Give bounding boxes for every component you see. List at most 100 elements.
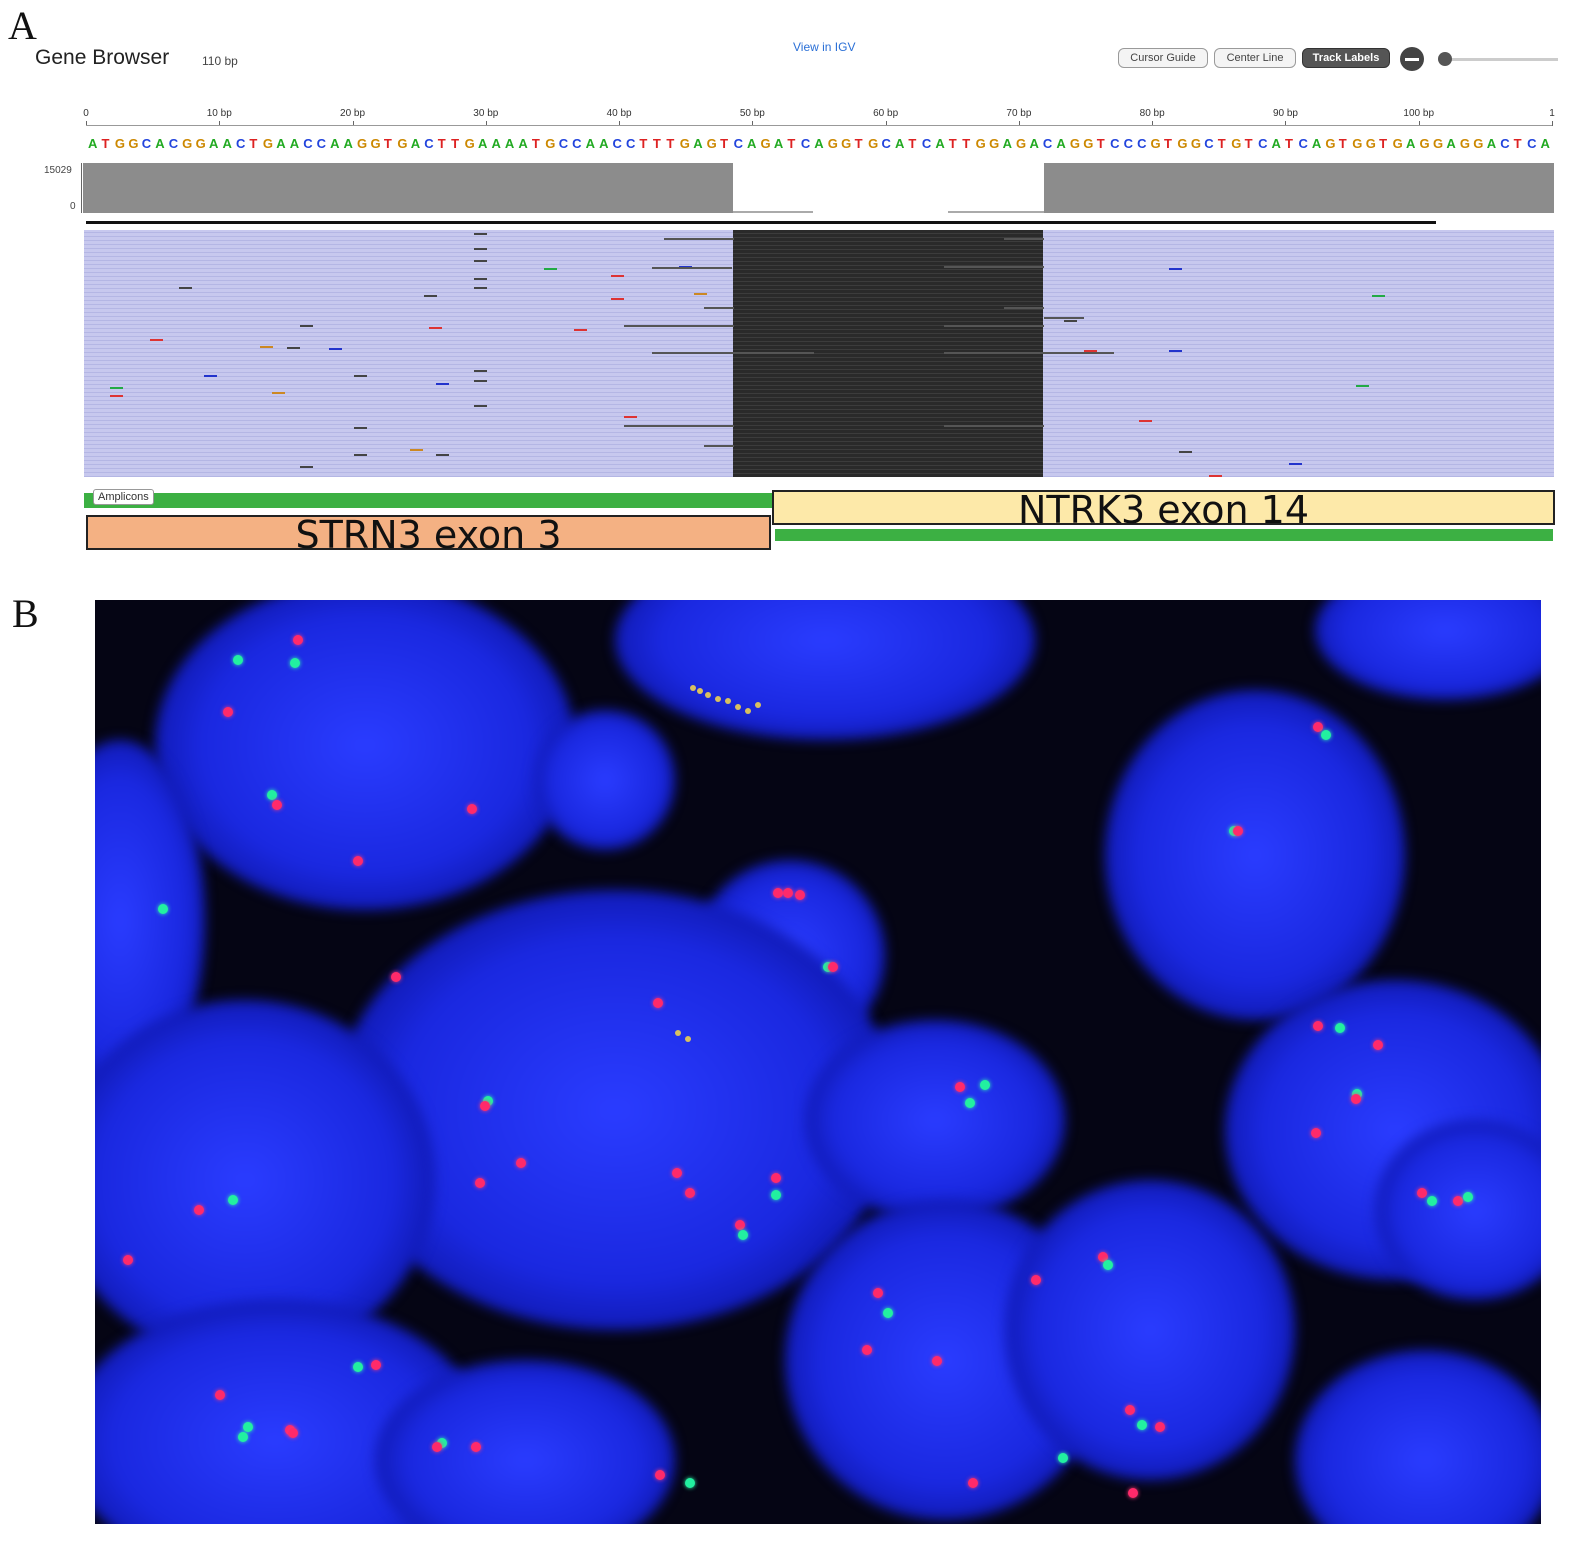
base: G <box>356 136 368 151</box>
soft-clip-line <box>664 238 734 240</box>
base: A <box>1540 136 1550 151</box>
mismatch-mark <box>424 295 437 297</box>
base: A <box>1056 136 1066 151</box>
mismatch-mark <box>1209 475 1222 477</box>
base: G <box>182 136 193 151</box>
ruler-label: 100 bp <box>1403 108 1435 119</box>
view-in-igv-link[interactable]: View in IGV <box>793 40 855 54</box>
green-signal-dot <box>771 1190 781 1200</box>
base: T <box>720 136 729 151</box>
base: C <box>558 136 569 151</box>
base: A <box>814 136 824 151</box>
base: C <box>316 136 327 151</box>
strn3-exon-label: STRN3 exon 3 <box>295 513 562 557</box>
soft-clip-line <box>1004 307 1044 309</box>
base: A <box>222 136 232 151</box>
base: G <box>1392 136 1403 151</box>
debris-dot <box>745 708 751 714</box>
amplicon-right <box>775 529 1553 541</box>
mismatch-mark <box>110 387 123 389</box>
ntrk3-exon-feature[interactable]: NTRK3 exon 14 <box>772 490 1555 529</box>
base: A <box>773 136 784 151</box>
red-signal-dot <box>828 962 838 972</box>
red-signal-dot <box>1373 1040 1383 1050</box>
red-signal-dot <box>475 1178 485 1188</box>
zoom-slider-track[interactable] <box>1446 58 1558 61</box>
amplicons-label: Amplicons <box>93 489 154 505</box>
zoom-out-icon[interactable] <box>1400 47 1424 71</box>
debris-dot <box>725 698 731 704</box>
red-signal-dot <box>655 1470 665 1480</box>
base: G <box>1190 136 1201 151</box>
ruler-axis <box>86 125 1552 126</box>
red-signal-dot <box>480 1101 490 1111</box>
green-signal-dot <box>1321 730 1331 740</box>
base: T <box>666 136 675 151</box>
red-signal-dot <box>1155 1422 1165 1432</box>
mismatch-mark <box>694 293 707 295</box>
soft-clip-line <box>704 445 734 447</box>
base: T <box>437 136 446 151</box>
nucleus <box>1295 1350 1541 1524</box>
mismatch-mark <box>300 466 313 468</box>
base: A <box>693 136 703 151</box>
soft-clip-line <box>944 352 1044 354</box>
nucleus <box>805 1020 1065 1220</box>
gene-browser-title: Gene Browser <box>35 46 170 69</box>
green-signal-dot <box>1058 1453 1068 1463</box>
mismatch-mark <box>150 339 163 341</box>
base: A <box>478 136 488 151</box>
debris-dot <box>685 1036 691 1042</box>
track-labels-button[interactable]: Track Labels <box>1302 48 1390 68</box>
base: G <box>1352 136 1363 151</box>
mismatch-mark <box>300 325 313 327</box>
base: C <box>1042 136 1053 151</box>
base: C <box>303 136 313 151</box>
coverage-max-label: 15029 <box>44 165 72 176</box>
red-signal-dot <box>432 1442 442 1452</box>
nucleus <box>1005 1180 1295 1480</box>
ruler-label: 80 bp <box>1139 108 1165 119</box>
base: G <box>1177 136 1188 151</box>
soft-clip-line <box>624 425 734 427</box>
mismatch-mark <box>574 329 587 331</box>
nucleus <box>615 600 1035 740</box>
base: G <box>1016 136 1027 151</box>
mismatch-marks <box>84 230 1554 477</box>
soft-clip-line <box>1044 317 1084 319</box>
center-line-button[interactable]: Center Line <box>1214 48 1296 68</box>
mismatch-mark <box>260 346 273 348</box>
base: T <box>1513 136 1522 151</box>
base: T <box>639 136 648 151</box>
red-signal-dot <box>353 856 363 866</box>
mismatch-mark <box>110 395 123 397</box>
base: G <box>1432 136 1444 151</box>
base: A <box>1271 136 1281 151</box>
cursor-guide-button[interactable]: Cursor Guide <box>1118 48 1208 68</box>
zoom-slider-handle[interactable] <box>1438 52 1452 66</box>
base: C <box>1110 136 1120 151</box>
mismatch-mark <box>474 370 487 372</box>
coverage-right-block <box>1044 163 1554 213</box>
base: G <box>827 136 838 151</box>
red-signal-dot <box>1125 1405 1135 1415</box>
base: G <box>760 136 771 151</box>
nucleus <box>1315 600 1541 700</box>
base: C <box>1258 136 1268 151</box>
base: A <box>1029 136 1039 151</box>
nucleus <box>535 710 675 850</box>
soft-clip-line <box>704 307 734 309</box>
green-signal-dot <box>980 1080 990 1090</box>
base: C <box>1137 136 1147 151</box>
base: G <box>397 136 408 151</box>
mismatch-mark <box>544 268 557 270</box>
base: T <box>101 136 110 151</box>
panel-b-label: B <box>12 591 39 636</box>
strn3-exon-feature[interactable]: STRN3 exon 3 <box>86 515 771 554</box>
base: G <box>370 136 381 151</box>
mismatch-mark <box>611 275 624 277</box>
green-signal-dot <box>738 1230 748 1240</box>
red-signal-dot <box>123 1255 133 1265</box>
reads-track[interactable] <box>84 230 1554 477</box>
red-signal-dot <box>1417 1188 1427 1198</box>
